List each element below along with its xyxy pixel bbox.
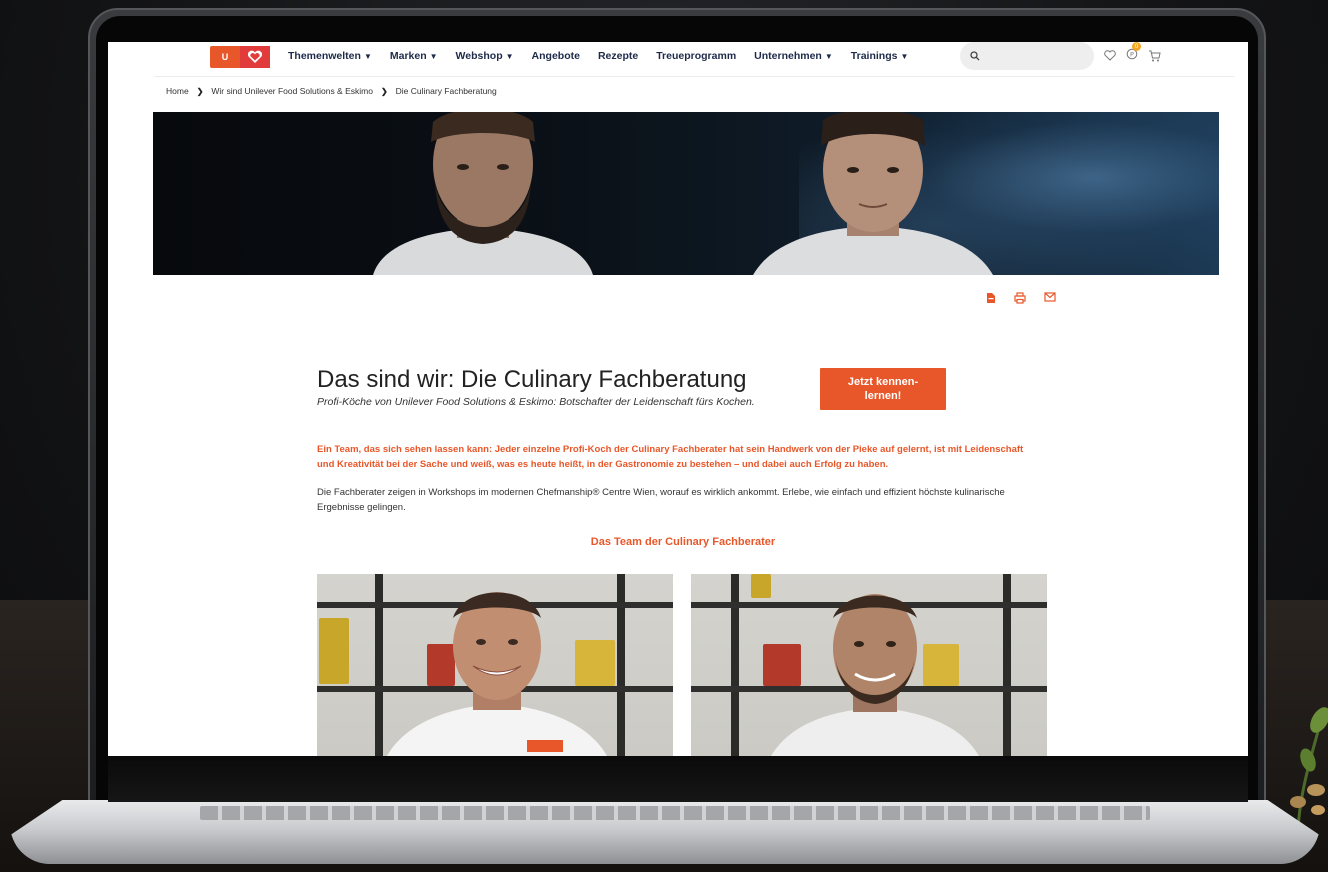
laptop-chin — [108, 756, 1248, 802]
breadcrumb-separator-icon: ❯ — [196, 86, 204, 96]
brand-logo[interactable]: U — [210, 46, 270, 68]
chef-portrait-right — [753, 112, 993, 275]
chef-photo-smiling — [387, 592, 607, 756]
page-title: Das sind wir: Die Culinary Fachberatung — [317, 366, 747, 393]
chevron-down-icon: ▼ — [900, 51, 909, 61]
print-icon[interactable] — [1014, 292, 1026, 304]
page-subtitle: Profi-Köche von Unilever Food Solutions … — [317, 396, 755, 408]
chevron-down-icon: ▼ — [824, 51, 833, 61]
search-box[interactable] — [960, 42, 1094, 70]
svg-text:P: P — [1130, 51, 1134, 59]
breadcrumb-wir-sind[interactable]: Wir sind Unilever Food Solutions & Eskim… — [211, 86, 373, 96]
chef-portrait-left — [373, 112, 593, 275]
chevron-down-icon: ▼ — [505, 51, 514, 61]
product-jar — [319, 618, 349, 684]
keyboard — [200, 806, 1150, 820]
nav-item-webshop[interactable]: Webshop ▼ — [456, 50, 514, 62]
cart-icon[interactable] — [1148, 50, 1161, 62]
nav-item-treueprogramm[interactable]: Treueprogramm — [656, 50, 736, 62]
intro-body-text: Die Fachberater zeigen in Workshops im m… — [317, 487, 1005, 513]
chef-photo-bearded — [771, 594, 979, 756]
nav-item-trainings[interactable]: Trainings ▼ — [851, 50, 909, 62]
nav-actions: P 0 — [1104, 42, 1161, 63]
heart-icon[interactable] — [1104, 50, 1116, 61]
eskimo-heart-icon — [240, 46, 270, 68]
hero-banner — [153, 112, 1219, 275]
meet-team-button[interactable]: Jetzt kennen-lernen! — [820, 368, 946, 410]
team-member-card[interactable] — [317, 574, 673, 756]
nav-item-unternehmen[interactable]: Unternehmen ▼ — [754, 50, 833, 62]
team-section-heading: Das Team der Culinary Fachberater — [590, 536, 776, 548]
chevron-down-icon: ▼ — [429, 51, 438, 61]
unilever-logo: U — [221, 52, 229, 62]
breadcrumb-current: Die Culinary Fachberatung — [395, 86, 497, 96]
intro-lead-text: Ein Team, das sich sehen lassen kann: Je… — [317, 444, 1024, 470]
nav-item-themenwelten[interactable]: Themenwelten ▼ — [288, 50, 372, 62]
search-icon — [970, 51, 980, 61]
nav-divider — [154, 76, 1234, 77]
breadcrumb-separator-icon: ❯ — [380, 86, 388, 96]
chevron-down-icon: ▼ — [363, 51, 372, 61]
main-navigation: Themenwelten ▼ Marken ▼ Webshop ▼ Angebote … — [288, 42, 908, 70]
nav-item-rezepte[interactable]: Rezepte — [598, 50, 638, 62]
share-actions — [986, 292, 1056, 304]
nav-item-marken[interactable]: Marken ▼ — [390, 50, 438, 62]
breadcrumb-home[interactable]: Home — [166, 86, 189, 96]
points-badge: 0 — [1132, 42, 1141, 51]
browser-screen: U Themenwelten ▼ Marken ▼ Webshop ▼ Angebot… — [108, 42, 1248, 756]
nav-item-angebote[interactable]: Angebote — [532, 50, 580, 62]
loyalty-points[interactable]: P 0 — [1126, 42, 1141, 63]
search-input[interactable] — [986, 50, 1086, 62]
mail-icon[interactable] — [1044, 292, 1056, 302]
pdf-icon[interactable] — [986, 292, 996, 304]
team-member-card[interactable] — [691, 574, 1047, 756]
breadcrumb: Home ❯ Wir sind Unilever Food Solutions … — [166, 86, 497, 96]
